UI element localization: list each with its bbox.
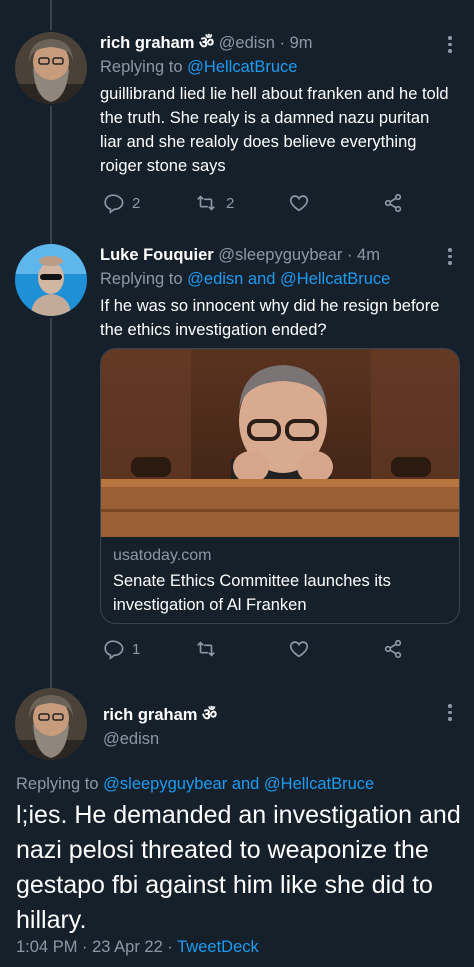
tweet-actions: 1	[100, 634, 410, 664]
replying-prefix: Replying to	[100, 270, 183, 288]
retweet-count: 2	[226, 194, 235, 212]
card-domain: usatoday.com	[113, 547, 212, 564]
replying-to: Replying to @edisn and @HellcatBruce	[100, 266, 454, 292]
tweet-header: rich graham ॐ @edisn · 9m	[100, 32, 454, 54]
tweet-time[interactable]: 4m	[357, 246, 380, 264]
avatar[interactable]	[15, 32, 87, 104]
link-card[interactable]: usatoday.com Senate Ethics Committee lau…	[100, 348, 460, 624]
tweet-header: Luke Fouquier @sleepyguybear · 4m	[100, 244, 454, 266]
replying-prefix: Replying to	[16, 775, 99, 793]
share-button[interactable]	[382, 188, 404, 218]
more-icon[interactable]	[448, 248, 452, 265]
like-icon	[289, 195, 309, 212]
display-name[interactable]: rich graham ॐ	[103, 702, 217, 725]
card-title: Senate Ethics Committee launches its inv…	[113, 572, 391, 614]
tweet-time[interactable]: 9m	[290, 34, 313, 52]
display-name[interactable]: Luke Fouquier	[100, 246, 214, 264]
user-handle[interactable]: @edisn	[103, 730, 159, 749]
timestamp[interactable]: 1:04 PM · 23 Apr 22 ·	[16, 938, 173, 956]
retweet-icon	[197, 195, 215, 211]
user-handle[interactable]: @edisn	[219, 34, 275, 52]
mention-link[interactable]: @HellcatBruce	[187, 58, 297, 76]
like-button[interactable]	[288, 634, 310, 664]
tweet-actions: 2 2	[100, 188, 410, 218]
reply-count: 2	[132, 194, 141, 212]
separator: ·	[346, 246, 353, 264]
avatar[interactable]	[15, 688, 87, 760]
like-icon	[289, 641, 309, 658]
user-handle[interactable]: @sleepyguybear	[218, 246, 342, 264]
tweet-2[interactable]: Luke Fouquier @sleepyguybear · 4m Replyi…	[0, 244, 474, 674]
reply-icon	[104, 194, 124, 214]
display-name[interactable]: rich graham ॐ	[100, 34, 214, 52]
replying-prefix: Replying to	[100, 58, 183, 76]
reply-button[interactable]: 1	[102, 634, 140, 664]
share-icon	[384, 639, 402, 659]
tweet-text: l;ies. He demanded an investigation and …	[16, 801, 461, 934]
retweet-button[interactable]: 2	[194, 188, 234, 218]
tweet-meta: 1:04 PM · 23 Apr 22 · TweetDeck	[16, 938, 259, 957]
replying-to: Replying to @sleepyguybear and @HellcatB…	[16, 775, 374, 794]
like-button[interactable]	[288, 188, 310, 218]
share-icon	[384, 193, 402, 213]
reply-count: 1	[132, 640, 141, 658]
card-image	[101, 349, 459, 537]
replying-to: Replying to @HellcatBruce	[100, 54, 454, 80]
reply-icon	[104, 640, 124, 660]
mention-link[interactable]: @sleepyguybear and @HellcatBruce	[103, 775, 374, 793]
source-link[interactable]: TweetDeck	[177, 938, 259, 956]
share-button[interactable]	[382, 634, 404, 664]
tweet-text: If he was so innocent why did he resign …	[100, 297, 440, 339]
focused-tweet: rich graham ॐ @edisn Replying to @sleepy…	[0, 672, 474, 967]
tweet-1[interactable]: rich graham ॐ @edisn · 9m Replying to @H…	[0, 0, 474, 232]
more-icon[interactable]	[448, 36, 452, 53]
more-icon[interactable]	[448, 704, 452, 721]
retweet-icon	[197, 641, 215, 657]
mention-link[interactable]: @edisn and @HellcatBruce	[187, 270, 390, 288]
separator: ·	[279, 34, 285, 52]
reply-button[interactable]: 2	[102, 188, 140, 218]
retweet-button[interactable]	[194, 634, 218, 664]
tweet-text: guillibrand lied lie hell about franken …	[100, 85, 449, 175]
avatar[interactable]	[15, 244, 87, 316]
